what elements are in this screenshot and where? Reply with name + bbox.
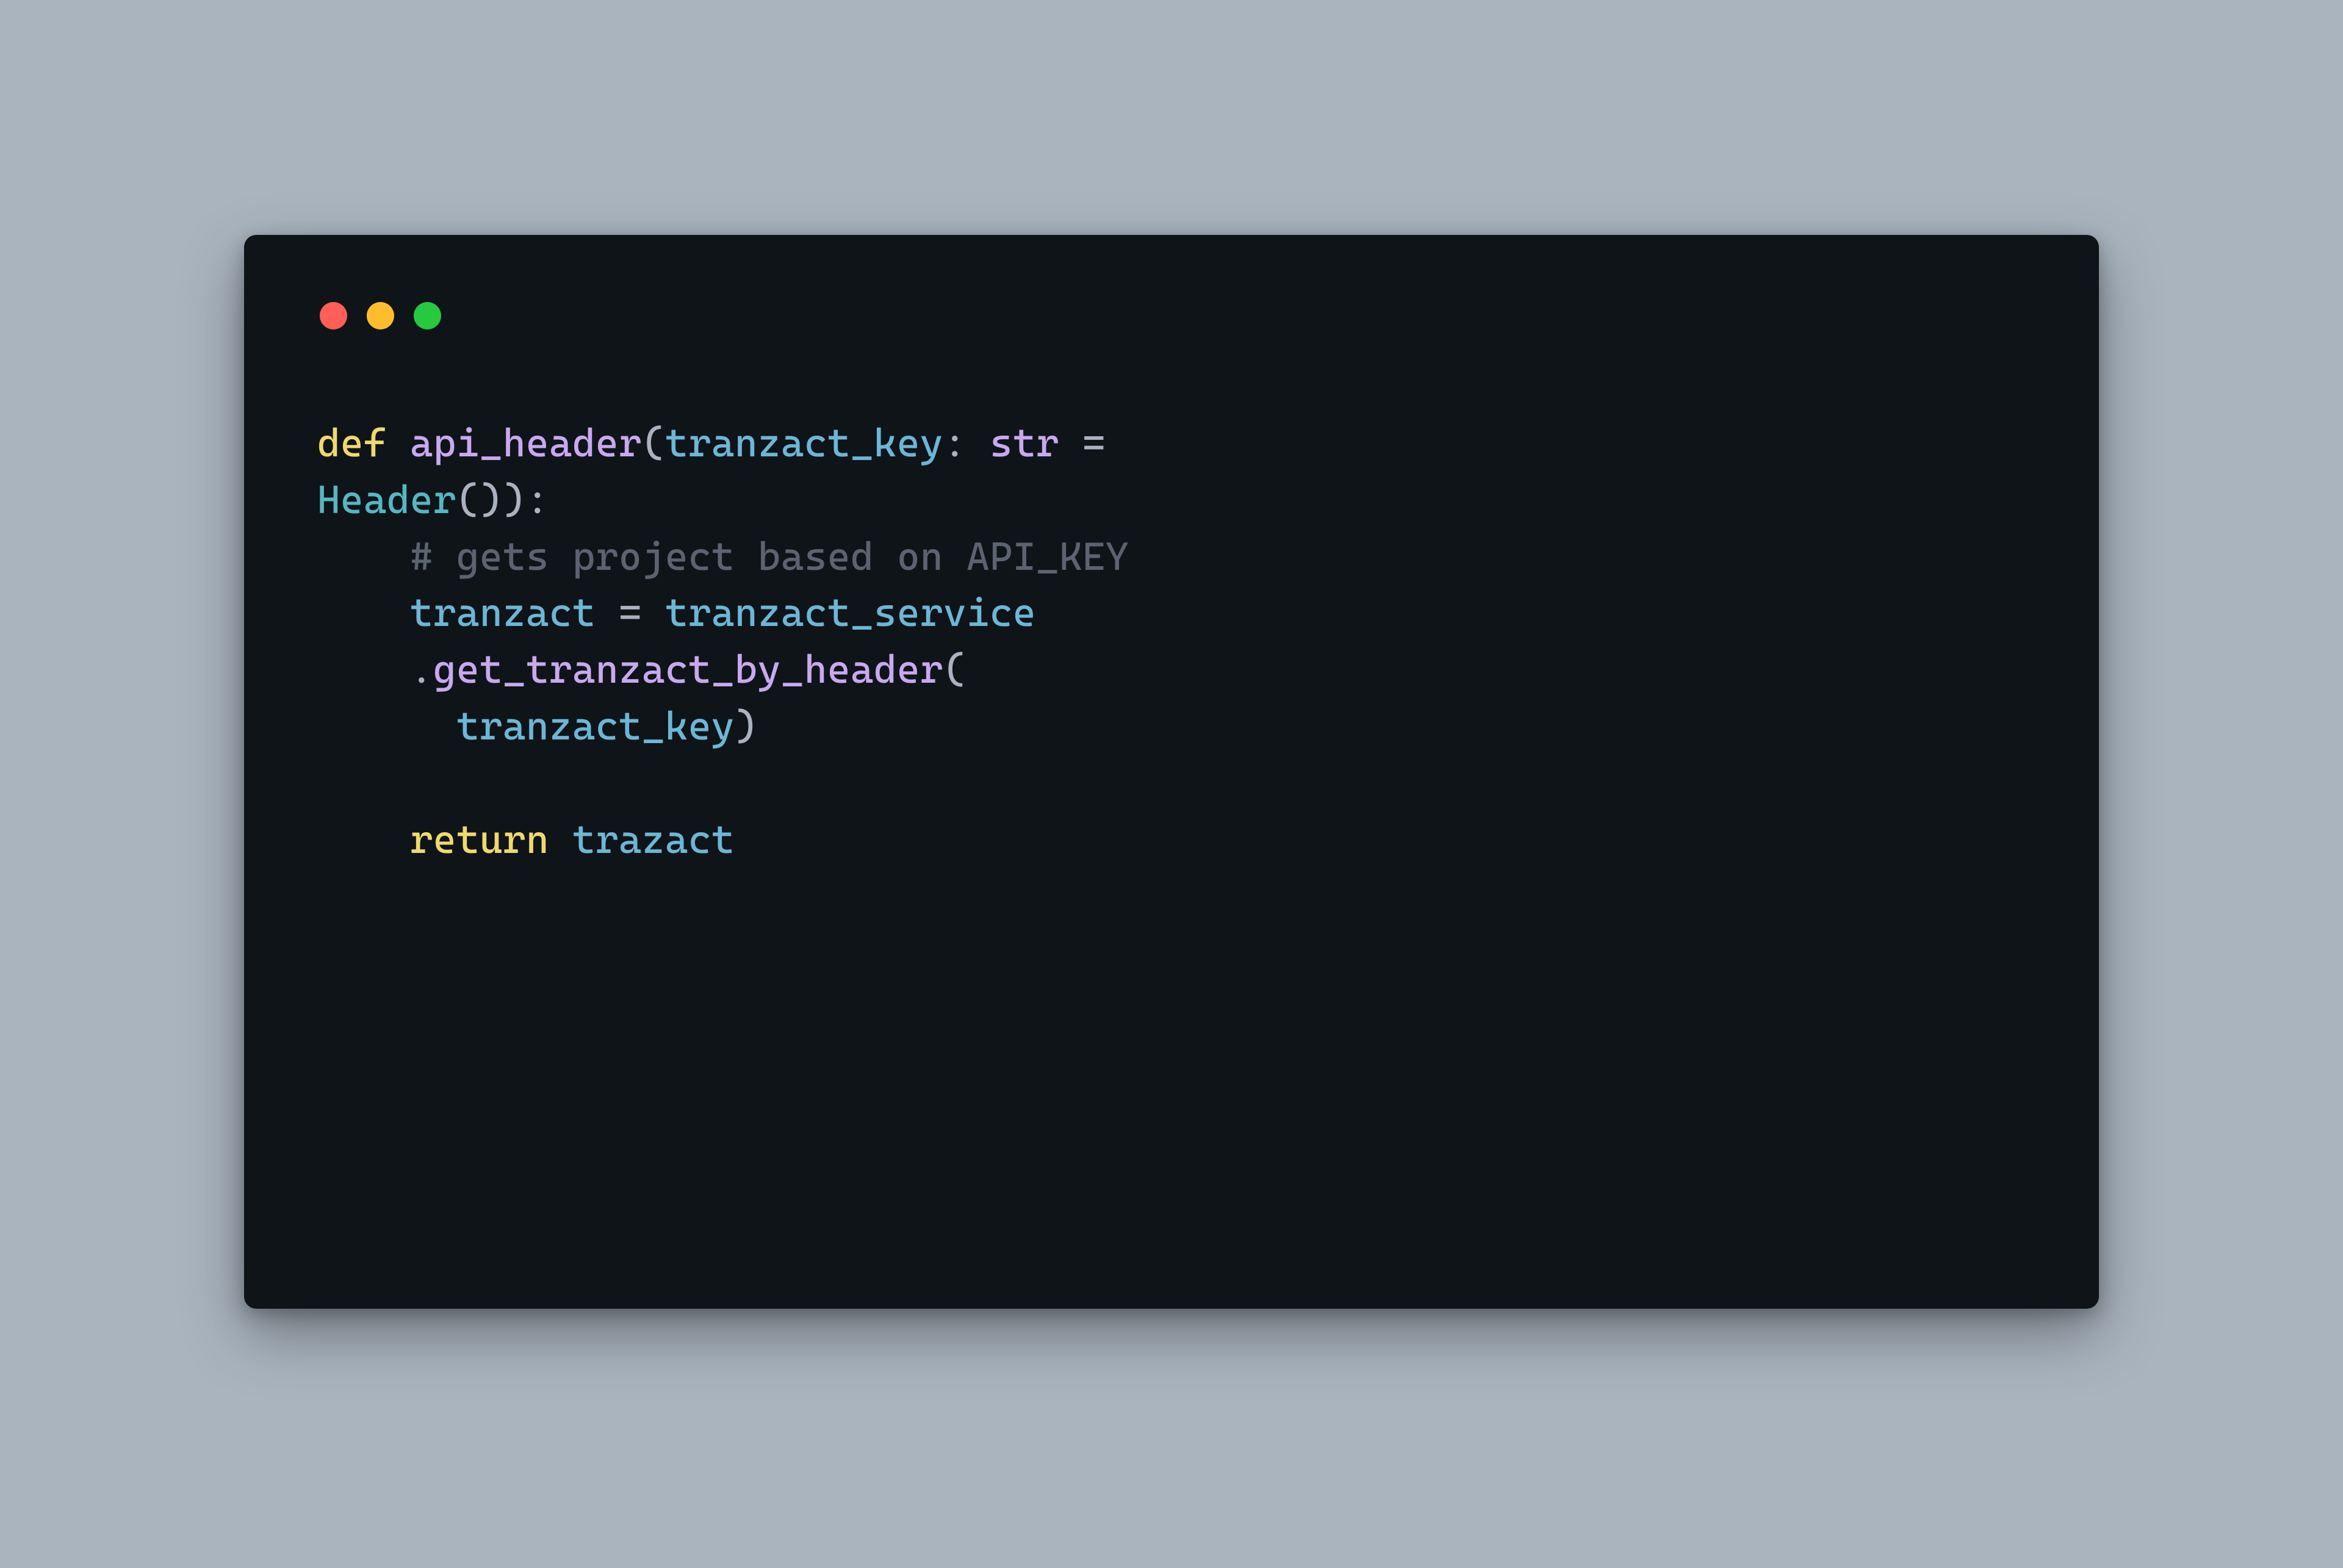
- minimize-icon[interactable]: [367, 302, 394, 329]
- equals: =: [596, 590, 665, 635]
- space: [549, 817, 572, 862]
- parameter-name: tranzact_key: [665, 420, 943, 466]
- equals: =: [1059, 420, 1129, 466]
- indent: [317, 703, 456, 749]
- paren-open: (: [943, 647, 966, 692]
- function-name: api_header: [410, 420, 642, 466]
- indent: [317, 534, 410, 579]
- call-close: ()):: [456, 477, 549, 522]
- indent: [317, 647, 410, 692]
- paren-close: ): [735, 703, 758, 749]
- type-annotation: str: [990, 420, 1059, 466]
- comment: # gets project based on API_KEY: [410, 534, 1129, 579]
- argument: tranzact_key: [456, 703, 735, 749]
- space: [387, 420, 410, 466]
- method-name: get_tranzact_by_header: [433, 647, 943, 692]
- dot: .: [410, 647, 433, 692]
- indent: [317, 817, 410, 862]
- window-controls: [320, 302, 2026, 329]
- maximize-icon[interactable]: [414, 302, 441, 329]
- identifier: tranzact_service: [665, 590, 1036, 635]
- code-block: def api_header(tranzact_key: str = Heade…: [317, 415, 2026, 868]
- header-call: Header: [317, 477, 456, 522]
- keyword-return: return: [410, 817, 549, 862]
- keyword-def: def: [317, 420, 387, 466]
- return-value: trazact: [572, 817, 735, 862]
- close-icon[interactable]: [320, 302, 347, 329]
- variable: tranzact: [410, 590, 596, 635]
- paren-open: (: [642, 420, 665, 466]
- colon: :: [943, 420, 990, 466]
- indent: [317, 590, 410, 635]
- code-window: def api_header(tranzact_key: str = Heade…: [244, 235, 2099, 1309]
